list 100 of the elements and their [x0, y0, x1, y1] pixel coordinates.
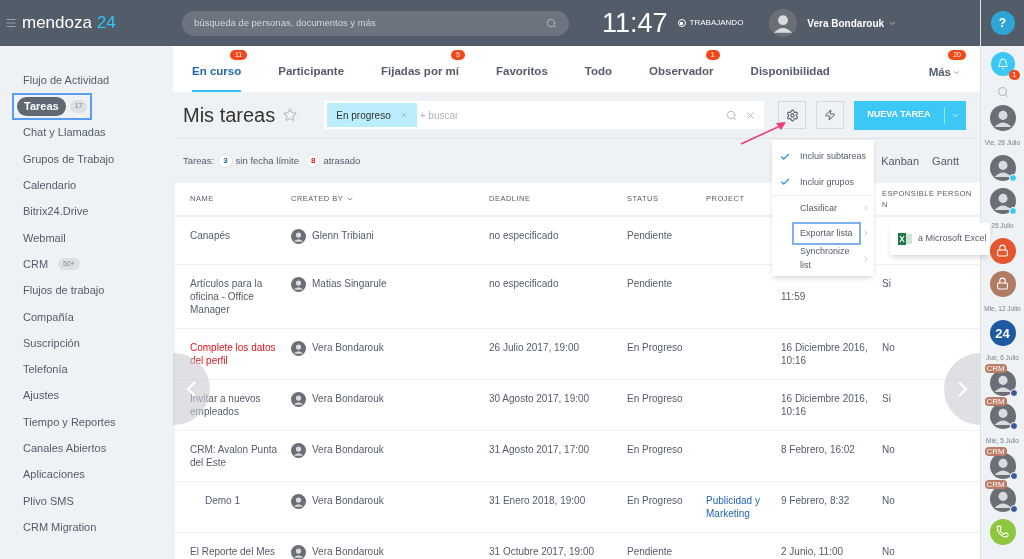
project-link[interactable]: Publicidad y Marketing: [706, 494, 773, 520]
logo-chat[interactable]: 24: [989, 320, 1016, 347]
settings-button[interactable]: [778, 101, 807, 129]
creator-name[interactable]: Vera Bondarouk: [312, 443, 384, 456]
sidebar-item[interactable]: Bitrix24.Drive: [12, 199, 100, 224]
tab[interactable]: Todo: [584, 61, 613, 92]
sidebar-item[interactable]: Flujo de Actividad: [12, 67, 121, 93]
view-link[interactable]: Kanban: [881, 152, 920, 170]
avatar-icon: [291, 494, 306, 509]
deadline-cell: 30 Agosto 2017, 19:00: [489, 393, 590, 404]
avatar-icon: [989, 370, 1016, 396]
avatar-icon: [291, 341, 306, 356]
deadline-cell: no especificado: [489, 230, 559, 241]
chevron-right-icon: [862, 204, 870, 213]
creator-name[interactable]: Vera Bondarouk: [312, 341, 384, 354]
avatar-icon: [291, 392, 306, 407]
sidebar-item[interactable]: Ajustes: [12, 383, 71, 408]
phone-button[interactable]: [989, 518, 1016, 545]
status-cell: Pendiente: [627, 278, 673, 289]
avatar-icon: [291, 545, 306, 559]
deadline-cell: 31 Agosto 2017, 17:00: [489, 444, 590, 455]
count-label[interactable]: sin fecha límite: [235, 153, 299, 169]
lock-icon[interactable]: [989, 270, 1016, 297]
settings-icon: [785, 108, 799, 122]
clock: 11:47: [602, 6, 668, 40]
menu-item[interactable]: Synchronize list: [780, 245, 870, 273]
count-label[interactable]: atrasado: [323, 153, 361, 169]
filter-search-field[interactable]: En progreso + buscar: [324, 101, 765, 129]
deadline-cell: no especificado: [489, 278, 559, 289]
sidebar-item[interactable]: Flujos de trabajo: [12, 278, 116, 303]
date-cell: 9 Febrero, 8:32: [781, 495, 850, 506]
facebook-icon: [1009, 389, 1018, 397]
sidebar-item[interactable]: Tiempo y Reportes: [12, 409, 127, 435]
sidebar-item[interactable]: Grupos de Trabajo: [12, 146, 126, 172]
search-field[interactable]: búsqueda de personas, documentos y más: [182, 10, 569, 36]
sidebar-item[interactable]: Suscripción: [12, 330, 91, 356]
work-status[interactable]: TRABAJANDO: [689, 17, 744, 29]
task-name[interactable]: Artículos para la oficina - Office Manager: [190, 277, 283, 316]
more-tab[interactable]: Más: [928, 61, 960, 92]
menu-item[interactable]: Incluir subtareas: [780, 150, 870, 164]
close-icon[interactable]: [745, 109, 757, 121]
star-icon[interactable]: [283, 108, 298, 122]
sidebar-item[interactable]: CRM Migration: [12, 514, 108, 540]
sidebar-item[interactable]: Canales Abiertos: [12, 436, 118, 461]
facebook-icon: [1009, 422, 1018, 430]
user-name[interactable]: Vera Bondarouk: [807, 15, 885, 31]
crm-tag: CRM: [984, 397, 1007, 406]
logo-text[interactable]: mendoza 24: [22, 13, 116, 33]
notification-badge: 1: [1009, 70, 1020, 80]
filter-tag[interactable]: En progreso: [327, 103, 417, 127]
search-icon[interactable]: [996, 86, 1009, 98]
view-link[interactable]: Gantt: [932, 152, 959, 170]
tab[interactable]: Observador: [649, 61, 714, 92]
lock-icon[interactable]: [989, 237, 1016, 264]
menu-item[interactable]: Incluir grupos: [780, 175, 870, 189]
menu-item[interactable]: a Microsoft Excel: [918, 232, 987, 246]
task-name[interactable]: Invitar a nuevos empleados: [190, 392, 283, 418]
tab[interactable]: Fijadas por mí: [381, 61, 459, 92]
tab[interactable]: Disponibilidad: [750, 61, 830, 92]
sidebar-item[interactable]: Webmail: [12, 225, 77, 251]
bell-button[interactable]: [990, 52, 1015, 76]
count-badge[interactable]: 3: [218, 154, 233, 168]
status-cell: En Progreso: [627, 444, 683, 455]
sidebar-item[interactable]: Compañía: [12, 304, 85, 330]
sidebar-item[interactable]: Aplicaciones: [12, 462, 96, 487]
checkmark-icon: [780, 151, 790, 162]
count-badge[interactable]: 8: [306, 154, 321, 168]
lightning-button[interactable]: [816, 101, 845, 129]
menu-item[interactable]: Clasificar: [780, 201, 870, 215]
sidebar-item[interactable]: Telefonía: [12, 357, 79, 382]
search-icon[interactable]: [726, 109, 738, 121]
sort-icon: [346, 195, 355, 203]
status-cell: En Progreso: [627, 342, 683, 353]
creator-name[interactable]: Vera Bondarouk: [312, 545, 384, 558]
remove-icon[interactable]: [399, 111, 408, 119]
creator-name[interactable]: Vera Bondarouk: [312, 392, 384, 405]
creator-name[interactable]: Matias Singarule: [312, 277, 387, 290]
date-cell: 16 Diciembre 2016, 10:16: [781, 342, 868, 366]
crm-tag: CRM: [984, 446, 1007, 456]
task-name[interactable]: El Reporte del Mes: [190, 545, 283, 558]
tab[interactable]: Favoritos: [496, 61, 548, 92]
tab[interactable]: En curso: [192, 61, 242, 92]
sidebar-item[interactable]: Calendario: [12, 173, 88, 198]
deadline-cell: 31 Enero 2018, 19:00: [489, 495, 586, 506]
responsible-cell: Si: [882, 278, 891, 289]
sidebar-item[interactable]: Plivo SMS: [12, 488, 85, 514]
avatar-icon: [291, 277, 306, 292]
sidebar-item[interactable]: Chat y Llamadas: [12, 120, 117, 145]
creator-name[interactable]: Vera Bondarouk: [312, 494, 384, 507]
task-name[interactable]: Canapés: [190, 229, 283, 242]
task-name[interactable]: Demo 1: [190, 494, 283, 507]
creator-name[interactable]: Glenn Tribiani: [312, 229, 374, 242]
tab[interactable]: Participante: [278, 61, 345, 92]
task-name[interactable]: Complete los datos del perfil: [190, 341, 283, 367]
menu-icon[interactable]: [5, 17, 17, 29]
bell-icon: [996, 58, 1009, 70]
stop-icon: [677, 19, 686, 27]
page-title: Mis tareas: [183, 103, 276, 128]
task-name[interactable]: CRM: Avalon Punta del Este: [190, 443, 283, 469]
avatar-icon: [291, 443, 306, 458]
